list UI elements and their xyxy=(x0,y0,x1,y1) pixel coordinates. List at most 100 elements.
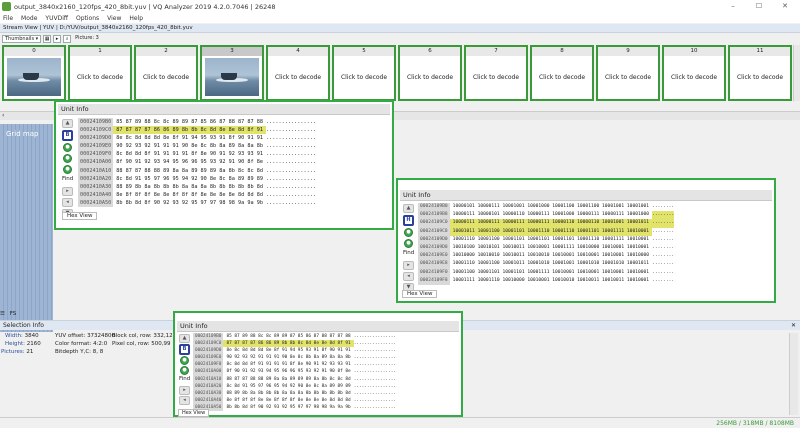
thumbnail-1[interactable]: 1 Click to decode xyxy=(68,45,132,101)
menu-view[interactable]: View xyxy=(107,15,121,22)
minimize-button[interactable]: – xyxy=(722,0,744,13)
up-arrow-icon[interactable]: ▲ xyxy=(179,334,190,343)
binary-dump[interactable]: 00024109B0 10000101 10000111 10001001 100… xyxy=(418,203,772,286)
unit-info-button-column: ▲ B ● ● ● Find ▸ ◂ ▼ xyxy=(61,118,75,220)
color-format-label: Color format: xyxy=(55,341,92,347)
left-arrow-icon[interactable]: ◂ xyxy=(62,198,73,207)
find-button[interactable]: Find xyxy=(403,250,414,259)
hex-bytes: 88 89 8b 8a 8b 8b 8b 8a 8a 8a 8b 8b 8b 8… xyxy=(116,183,264,190)
bin-ascii: ........ xyxy=(652,228,675,234)
bin-row: 00024109C8 10001011 10001100 10001101 100… xyxy=(418,227,772,236)
thumbnail-number: 8 xyxy=(532,47,592,56)
selection-info-panel: Width: 3840 Height: 2160 Pictures: 21 YU… xyxy=(0,330,176,360)
bin-bits: 10001110 10001100 10001011 10001010 1000… xyxy=(452,261,650,267)
bin-bits: 10010000 10010010 10010011 10010010 1001… xyxy=(452,253,650,259)
close-panel-icon[interactable]: ✕ xyxy=(791,321,796,331)
hex-address: 00024109D0 xyxy=(78,134,114,143)
maximize-button[interactable]: ☐ xyxy=(748,0,770,13)
thumbnail-10[interactable]: 10 Click to decode xyxy=(662,45,726,101)
thumbnails-select[interactable]: Thumbnails ▾ xyxy=(2,35,42,43)
menu-options[interactable]: Options xyxy=(76,15,99,22)
right-arrow-icon[interactable]: ▸ xyxy=(403,261,414,270)
thumbnail-8[interactable]: 8 Click to decode xyxy=(530,45,594,101)
hex-address: 0002410A50 xyxy=(78,198,114,208)
hex-ascii: ................ xyxy=(266,167,317,174)
pictures-label: Pictures: xyxy=(1,349,25,355)
scroll-left-icon[interactable]: ‹ xyxy=(2,112,4,119)
hex-view-tab[interactable]: Hex View xyxy=(178,409,210,417)
thumbnail-0[interactable]: 0 xyxy=(2,45,66,101)
hex-bytes: 8c 8d 91 95 97 96 95 94 92 90 8e 8c 8a 8… xyxy=(116,175,264,182)
hex-address: 00024109C0 xyxy=(193,340,224,348)
close-button[interactable]: ✕ xyxy=(774,0,796,13)
hex-bytes: 90 92 93 92 91 91 91 90 8e 8c 8b 8a 89 8… xyxy=(116,143,264,150)
mode-toggle-button[interactable]: B xyxy=(62,130,73,141)
thumbnail-7[interactable]: 7 Click to decode xyxy=(464,45,528,101)
pictures-value: 21 xyxy=(26,349,34,355)
unit-info-title: Unit Info xyxy=(177,321,459,332)
up-arrow-icon[interactable]: ▲ xyxy=(62,119,73,128)
find-button[interactable]: Find xyxy=(62,176,73,185)
prev-green-icon[interactable]: ● xyxy=(63,154,72,163)
goto-green-icon[interactable]: ● xyxy=(63,165,72,174)
prev-green-icon[interactable]: ● xyxy=(180,366,189,375)
thumbnail-number: 3 xyxy=(202,47,262,56)
right-arrow-icon[interactable]: ▸ xyxy=(62,187,73,196)
hex-row: 0002410A40 8e 8f 8f 8f 8e 8e 8f 8f 8f 8e … xyxy=(193,396,461,404)
thumbnail-scrollbar[interactable] xyxy=(793,45,800,101)
grid-toggle-icon[interactable]: ▦ xyxy=(43,35,52,43)
mode-toggle-button[interactable]: B xyxy=(179,344,190,355)
hex-address: 00024109F0 xyxy=(78,150,114,159)
bin-address: 00024109F0 xyxy=(418,268,450,277)
hex-bytes: 8e 8f 8f 8f 8e 8e 8f 8f 8f 8e 8e 8e 8e 8… xyxy=(226,397,351,403)
play-icon[interactable]: ▸ xyxy=(53,35,62,43)
hex-row: 00024109E0 90 92 93 92 91 91 91 90 8e 8c … xyxy=(78,142,391,151)
hex-row: 0002410A00 8f 90 91 92 93 94 95 96 96 95 … xyxy=(78,158,391,167)
thumbnail-5[interactable]: 5 Click to decode xyxy=(332,45,396,101)
up-arrow-icon[interactable]: ▲ xyxy=(403,204,414,213)
next-green-icon[interactable]: ● xyxy=(63,143,72,152)
find-button[interactable]: Find xyxy=(179,376,190,385)
menu-lines-icon[interactable]: ☰ xyxy=(0,311,5,317)
hex-view-tab[interactable]: Hex View xyxy=(402,290,438,298)
left-arrow-icon[interactable]: ◂ xyxy=(403,272,414,281)
hex-ascii: ................ xyxy=(266,175,317,182)
menu-yuvdiff[interactable]: YUVDiff xyxy=(45,15,68,22)
thumbnail-3[interactable]: 3 xyxy=(200,45,264,101)
menu-bar: File Mode YUVDiff Options View Help xyxy=(0,13,800,23)
thumbnail-9[interactable]: 9 Click to decode xyxy=(596,45,660,101)
thumbnail-11[interactable]: 11 Click to decode xyxy=(728,45,792,101)
thumbnail-number: 9 xyxy=(598,47,658,56)
bottom-vertical-scrollbar[interactable] xyxy=(789,333,798,415)
hex-address: 0002410A20 xyxy=(193,382,224,390)
zoom-icon[interactable]: ⌕ xyxy=(63,35,72,43)
thumbnail-2[interactable]: 2 Click to decode xyxy=(134,45,198,101)
menu-help[interactable]: Help xyxy=(129,15,143,22)
prev-green-icon[interactable]: ● xyxy=(404,239,413,248)
hex-address: 0002410A00 xyxy=(193,368,224,376)
mode-toggle-button[interactable]: H xyxy=(403,215,414,226)
grid-map[interactable]: Grid map xyxy=(0,124,53,332)
hex-dump[interactable]: 00024109B0 85 87 89 88 8c 8c 89 89 87 85 … xyxy=(193,333,461,412)
right-arrow-icon[interactable]: ▸ xyxy=(179,386,190,395)
hex-bytes: 8f 90 91 92 93 94 95 96 96 95 93 92 91 9… xyxy=(226,369,351,375)
click-to-decode-label: Click to decode xyxy=(736,74,784,81)
hex-ascii: ................ xyxy=(266,151,317,158)
next-green-icon[interactable]: ● xyxy=(404,228,413,237)
stream-view-header: Stream View | YUV | D:/YUV/output_3840x2… xyxy=(0,24,800,33)
left-arrow-icon[interactable]: ◂ xyxy=(179,396,190,405)
thumbnail-6[interactable]: 6 Click to decode xyxy=(398,45,462,101)
hex-ascii: ................ xyxy=(353,376,396,382)
bin-bits: 10000101 10000111 10001001 10001000 1000… xyxy=(452,204,650,209)
hex-dump[interactable]: 00024109B0 85 87 89 88 8c 8c 89 89 87 85 … xyxy=(78,118,391,208)
bin-address: 00024109C0 xyxy=(418,219,450,228)
hex-row: 0002410A30 88 89 8b 8a 8b 8b 8b 8a 8a 8a … xyxy=(193,389,461,397)
menu-mode[interactable]: Mode xyxy=(21,15,37,22)
menu-file[interactable]: File xyxy=(3,15,13,22)
hex-ascii: ................ xyxy=(353,341,396,347)
bin-address: 00024109E8 xyxy=(418,260,450,269)
thumbnail-4[interactable]: 4 Click to decode xyxy=(266,45,330,101)
next-green-icon[interactable]: ● xyxy=(180,356,189,365)
hex-view-tab[interactable]: Hex View xyxy=(62,212,98,220)
hex-ascii: ................ xyxy=(266,127,317,134)
